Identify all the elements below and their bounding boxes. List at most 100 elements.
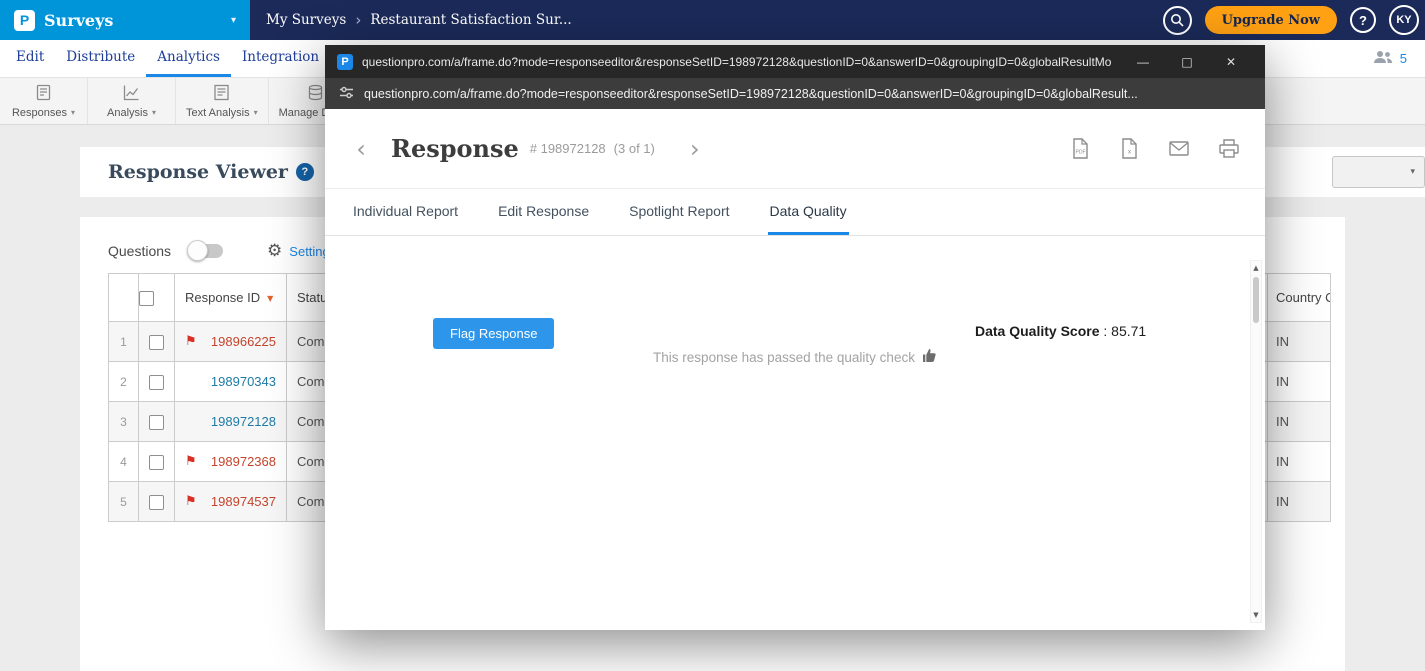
- tab-analytics[interactable]: Analytics: [146, 40, 231, 77]
- questionpro-favicon-icon: P: [337, 54, 353, 70]
- brand-home-button[interactable]: P Surveys ▾: [0, 0, 250, 40]
- minimize-icon[interactable]: —: [1121, 55, 1165, 69]
- country-cell: IN: [1268, 402, 1331, 442]
- help-icon[interactable]: ?: [1350, 7, 1376, 33]
- flag-icon: ⚑: [185, 455, 203, 468]
- text-analysis-icon: [213, 84, 230, 104]
- collapsed-dropdown[interactable]: ▾: [1332, 156, 1425, 188]
- next-response-icon[interactable]: ›: [685, 137, 705, 161]
- row-index: 5: [109, 482, 139, 522]
- data-quality-score: Data Quality Score : 85.71: [975, 323, 1146, 339]
- site-info-icon[interactable]: [339, 85, 354, 103]
- collaborators-button[interactable]: 5: [1373, 40, 1425, 77]
- email-icon[interactable]: [1169, 141, 1189, 156]
- survey-nav-tabs: Edit Distribute Analytics Integration: [0, 40, 330, 77]
- export-excel-icon[interactable]: x: [1120, 138, 1139, 159]
- flag-icon: ⚑: [185, 335, 203, 348]
- header-response-id-label: Response ID: [185, 290, 260, 305]
- responses-icon: [35, 84, 52, 104]
- export-actions: PDF x: [1071, 138, 1239, 159]
- toolbar-label: Analysis: [107, 107, 148, 119]
- thumbs-up-icon: [922, 348, 937, 366]
- country-cell: IN: [1268, 442, 1331, 482]
- tab-edit[interactable]: Edit: [5, 40, 55, 77]
- row-checkbox[interactable]: [149, 495, 164, 510]
- address-bar: questionpro.com/a/frame.do?mode=response…: [325, 78, 1265, 109]
- caret-down-icon: ▾: [152, 108, 156, 117]
- tab-spotlight-report[interactable]: Spotlight Report: [627, 189, 731, 235]
- toggle-knob[interactable]: [187, 240, 208, 261]
- questions-toggle[interactable]: [189, 244, 223, 258]
- brand-name: Surveys: [44, 11, 113, 30]
- upgrade-now-button[interactable]: Upgrade Now: [1205, 6, 1337, 34]
- toolbar-item-analysis[interactable]: Analysis ▾: [88, 78, 176, 124]
- scrollbar[interactable]: ▲ ▼: [1250, 260, 1262, 623]
- select-all-checkbox[interactable]: [139, 291, 154, 306]
- response-title: Response: [391, 134, 519, 163]
- scroll-up-icon[interactable]: ▲: [1251, 264, 1261, 272]
- print-icon[interactable]: [1219, 139, 1239, 158]
- row-checkbox[interactable]: [149, 455, 164, 470]
- caret-down-icon: ▾: [71, 108, 75, 117]
- svg-text:PDF: PDF: [1076, 150, 1086, 156]
- tab-integration[interactable]: Integration: [231, 40, 330, 77]
- page-help-icon[interactable]: ?: [296, 163, 314, 181]
- window-titlebar: P questionpro.com/a/frame.do?mode=respon…: [325, 45, 1265, 78]
- quality-message-text: This response has passed the quality che…: [653, 350, 915, 365]
- breadcrumb-separator-icon: ›: [355, 11, 361, 29]
- response-id-link[interactable]: 198974537: [211, 494, 276, 509]
- country-cell: IN: [1268, 482, 1331, 522]
- breadcrumb-my-surveys[interactable]: My Surveys: [266, 12, 346, 28]
- toolbar-item-responses[interactable]: Responses ▾: [0, 78, 88, 124]
- tab-individual-report[interactable]: Individual Report: [351, 189, 460, 235]
- collaborators-count: 5: [1400, 51, 1407, 66]
- scrollbar-thumb[interactable]: [1253, 277, 1259, 323]
- header-response-id[interactable]: Response ID ▼: [175, 274, 287, 322]
- row-checkbox[interactable]: [149, 415, 164, 430]
- window-controls: — □ ✕: [1121, 55, 1253, 69]
- export-pdf-icon[interactable]: PDF: [1071, 138, 1090, 159]
- caret-down-icon: ▾: [254, 108, 258, 117]
- tab-edit-response[interactable]: Edit Response: [496, 189, 591, 235]
- breadcrumb-survey-name[interactable]: Restaurant Satisfaction Sur...: [370, 12, 571, 28]
- quality-message: This response has passed the quality che…: [325, 348, 1265, 366]
- country-cell: IN: [1268, 362, 1331, 402]
- data-quality-panel: Flag Response Data Quality Score : 85.71…: [325, 236, 1265, 629]
- response-id-link[interactable]: 198966225: [211, 334, 276, 349]
- manage-data-icon: [307, 84, 324, 104]
- maximize-icon[interactable]: □: [1165, 55, 1209, 69]
- row-checkbox[interactable]: [149, 335, 164, 350]
- row-index: 4: [109, 442, 139, 482]
- row-index: 2: [109, 362, 139, 402]
- toolbar-item-text-analysis[interactable]: Text Analysis ▾: [176, 78, 269, 124]
- avatar[interactable]: KY: [1389, 5, 1419, 35]
- topbar-actions: Upgrade Now ? KY: [1163, 5, 1425, 35]
- row-checkbox[interactable]: [149, 375, 164, 390]
- header-country-code: Country Code: [1268, 274, 1331, 322]
- tab-distribute[interactable]: Distribute: [55, 40, 146, 77]
- response-id-link[interactable]: 198970343: [211, 374, 276, 389]
- sort-caret-icon[interactable]: ▼: [267, 294, 273, 303]
- close-icon[interactable]: ✕: [1209, 55, 1253, 69]
- svg-text:x: x: [1128, 149, 1132, 156]
- flag-response-button[interactable]: Flag Response: [433, 318, 554, 349]
- row-index: 1: [109, 322, 139, 362]
- toolbar-label: Responses: [12, 107, 67, 119]
- tab-data-quality[interactable]: Data Quality: [768, 189, 849, 235]
- breadcrumb: My Surveys › Restaurant Satisfaction Sur…: [266, 11, 572, 29]
- response-editor-window: P questionpro.com/a/frame.do?mode=respon…: [325, 45, 1265, 630]
- gear-icon[interactable]: ⚙: [267, 243, 282, 260]
- response-id-link[interactable]: 198972128: [211, 414, 276, 429]
- previous-response-icon[interactable]: ‹: [351, 137, 371, 161]
- response-id-link[interactable]: 198972368: [211, 454, 276, 469]
- search-icon[interactable]: [1163, 6, 1192, 35]
- scroll-down-icon[interactable]: ▼: [1251, 611, 1261, 619]
- toolbar-label: Text Analysis: [186, 107, 250, 119]
- country-cell: IN: [1268, 322, 1331, 362]
- page-title: Response Viewer: [108, 161, 288, 183]
- response-count-meta: (3 of 1): [614, 141, 655, 156]
- response-id-meta: # 198972128: [530, 141, 606, 156]
- brand-caret-icon[interactable]: ▾: [231, 15, 236, 26]
- questions-label: Questions: [108, 243, 171, 259]
- score-label: Data Quality Score: [975, 323, 1100, 339]
